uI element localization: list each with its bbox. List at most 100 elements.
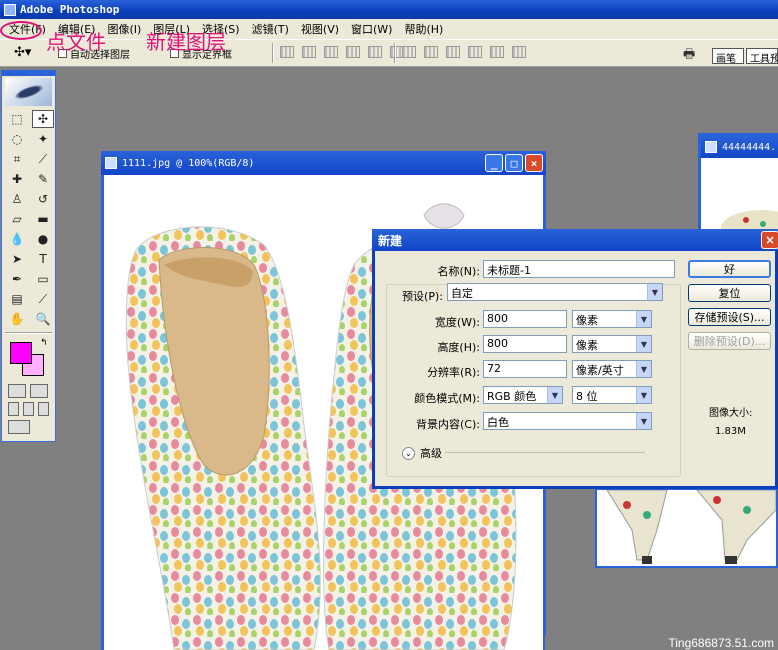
color-mode-select[interactable]: RGB 颜色 ▼ [483, 386, 563, 404]
align-bottom-icon[interactable] [324, 46, 338, 58]
quick-mask-icon[interactable] [30, 384, 48, 398]
height-unit-value: 像素 [576, 339, 598, 352]
hand-tool-icon[interactable]: ✋ [6, 310, 28, 328]
chevron-down-icon[interactable]: ▼ [547, 387, 562, 403]
distribute-buttons [402, 46, 526, 58]
magic-wand-tool-icon[interactable]: ✦ [32, 130, 54, 148]
distribute-bottom-icon[interactable] [446, 46, 460, 58]
maximize-button[interactable]: □ [505, 154, 523, 172]
watermark: Ting686873.51.com [545, 635, 778, 650]
resolution-input[interactable]: 72 [483, 360, 567, 378]
align-left-icon[interactable] [346, 46, 360, 58]
menu-image[interactable]: 图像(I) [101, 21, 147, 37]
zoom-tool-icon[interactable]: 🔍 [32, 310, 54, 328]
advanced-label: 高级 [420, 447, 442, 460]
preset-value: 自定 [451, 287, 473, 300]
healing-brush-icon[interactable]: ✚ [6, 170, 28, 188]
chevron-down-icon[interactable]: ▼ [636, 387, 651, 403]
crop-tool-icon[interactable]: ⌗ [6, 150, 28, 168]
align-hcenter-icon[interactable] [368, 46, 382, 58]
distribute-hcenter-icon[interactable] [490, 46, 504, 58]
distribute-left-icon[interactable] [468, 46, 482, 58]
width-input[interactable]: 800 [483, 310, 567, 328]
screen-mode-menubar-icon[interactable] [23, 402, 34, 416]
chevron-down-icon[interactable]: ▼ [636, 336, 651, 352]
standard-mode-icon[interactable] [8, 384, 26, 398]
annotation-step2: 新建图层 [146, 30, 226, 54]
screen-mode-full-icon[interactable] [38, 402, 49, 416]
screen-mode-standard-icon[interactable] [8, 402, 19, 416]
gradient-tool-icon[interactable]: ▬ [32, 210, 54, 228]
distribute-top-icon[interactable] [402, 46, 416, 58]
lasso-tool-icon[interactable]: ◌ [6, 130, 28, 148]
menu-window[interactable]: 窗口(W) [345, 21, 398, 37]
eyedropper-icon[interactable]: ⟋ [32, 290, 54, 308]
shape-tool-icon[interactable]: ▭ [32, 270, 54, 288]
options-bar: ✣▾ 自动选择图层 显示定界框 🖶 画笔 工具预 [0, 39, 778, 67]
dialog-title-bar[interactable]: 新建 × [372, 229, 778, 251]
type-tool-icon[interactable]: T [32, 250, 54, 268]
blur-tool-icon[interactable]: 💧 [6, 230, 28, 248]
toolbox-header-logo[interactable] [5, 78, 52, 106]
align-buttons [280, 46, 404, 58]
move-tool-icon[interactable]: ✣ [32, 110, 54, 128]
ok-button[interactable]: 好 [688, 260, 771, 278]
clone-stamp-icon[interactable]: ♙ [6, 190, 28, 208]
jump-to-imageready-icon[interactable] [8, 420, 30, 434]
document-window-2[interactable]: 44444444. [698, 133, 778, 238]
palette-brush-tab[interactable]: 画笔 [712, 48, 744, 64]
chevron-down-icon[interactable]: ▼ [647, 284, 662, 300]
toolbox: ⬚ ✣ ◌ ✦ ⌗ ⟋ ✚ ✎ ♙ ↺ ▱ ▬ 💧 ● ➤ T ✒ ▭ ▤ ⟋ … [1, 70, 56, 442]
distribute-right-icon[interactable] [512, 46, 526, 58]
image-size-value: 1.83M [715, 426, 746, 437]
color-swatches: ↰ [6, 338, 51, 378]
chevron-down-icon[interactable]: ▼ [636, 361, 651, 377]
slice-tool-icon[interactable]: ⟋ [32, 150, 54, 168]
height-input[interactable]: 800 [483, 335, 567, 353]
chevron-down-icon[interactable]: ▼ [636, 413, 651, 429]
photoshop-logo-icon [4, 3, 16, 16]
name-input[interactable]: 未标题-1 [483, 260, 675, 278]
foreground-color-swatch[interactable] [10, 342, 32, 364]
image-size-label: 图像大小: [709, 408, 753, 419]
document-2-title-bar[interactable]: 44444444. [701, 136, 778, 158]
menu-view[interactable]: 视图(V) [295, 21, 345, 37]
background-contents-value: 白色 [487, 416, 509, 429]
eraser-tool-icon[interactable]: ▱ [6, 210, 28, 228]
minimize-button[interactable]: _ [485, 154, 503, 172]
align-vcenter-icon[interactable] [302, 46, 316, 58]
mask-mode-row [2, 382, 55, 400]
chevron-down-icon[interactable]: ▼ [636, 311, 651, 327]
brush-tool-icon[interactable]: ✎ [32, 170, 54, 188]
document-2-image [721, 210, 778, 238]
screen-mode-row [2, 400, 55, 418]
background-contents-select[interactable]: 白色 ▼ [483, 412, 652, 430]
preset-label: 预设(P): [401, 288, 443, 304]
notes-tool-icon[interactable]: ▤ [6, 290, 28, 308]
height-unit-select[interactable]: 像素 ▼ [572, 335, 652, 353]
move-tool-preset-icon[interactable]: ✣▾ [14, 45, 44, 61]
width-unit-select[interactable]: 像素 ▼ [572, 310, 652, 328]
palette-tool-preset-tab[interactable]: 工具预 [746, 48, 778, 64]
preset-select[interactable]: 自定 ▼ [447, 283, 663, 301]
chevron-down-icon[interactable]: ⌄ [402, 446, 415, 460]
document-title-bar[interactable]: 1111.jpg @ 100%(RGB/8) _ □ × [101, 151, 546, 175]
bit-depth-select[interactable]: 8 位 ▼ [572, 386, 652, 404]
history-brush-icon[interactable]: ↺ [32, 190, 54, 208]
dialog-close-button[interactable]: × [761, 231, 778, 249]
marquee-tool-icon[interactable]: ⬚ [6, 110, 28, 128]
dodge-tool-icon[interactable]: ● [32, 230, 54, 248]
swap-colors-icon[interactable]: ↰ [40, 338, 48, 348]
path-select-icon[interactable]: ➤ [6, 250, 28, 268]
align-top-icon[interactable] [280, 46, 294, 58]
pen-tool-icon[interactable]: ✒ [6, 270, 28, 288]
close-button[interactable]: × [525, 154, 543, 172]
advanced-toggle[interactable]: ⌄ 高级 [402, 445, 442, 461]
menu-filter[interactable]: 滤镜(T) [246, 21, 295, 37]
save-preset-button[interactable]: 存储预设(S)... [688, 308, 771, 326]
distribute-vcenter-icon[interactable] [424, 46, 438, 58]
resolution-unit-select[interactable]: 像素/英寸 ▼ [572, 360, 652, 378]
file-browser-icon[interactable]: 🖶 [683, 45, 701, 62]
reset-button[interactable]: 复位 [688, 284, 771, 302]
menu-help[interactable]: 帮助(H) [398, 21, 449, 37]
